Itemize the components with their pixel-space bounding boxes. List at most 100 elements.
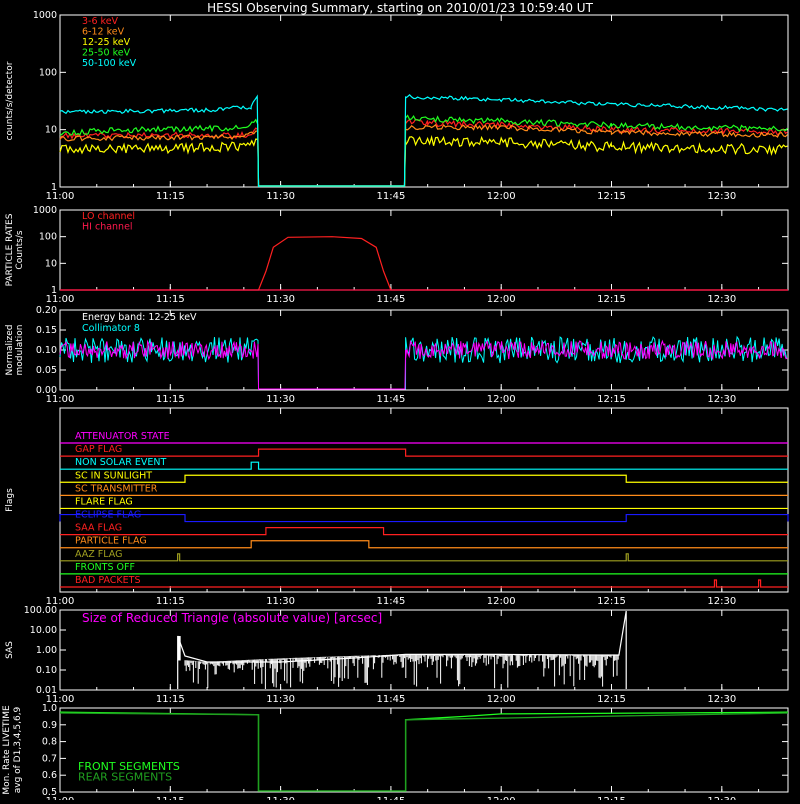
x-tick-label: 12:15 (597, 394, 626, 405)
y-tick-label: 0.8 (42, 737, 57, 748)
y-tick-label: 0.9 (42, 720, 57, 731)
flag-series-line (60, 527, 788, 536)
x-tick-label: 11:45 (376, 796, 405, 800)
figure-title: HESSI Observing Summary, starting on 201… (207, 1, 593, 15)
y-axis-label: SAS (5, 641, 15, 659)
flag-series-line (60, 461, 788, 470)
flag-label: SC TRANSMITTER (75, 483, 158, 494)
legend-entry: LO channel (82, 211, 135, 222)
flag-label: FLARE FLAG (75, 496, 133, 507)
x-tick-label: 11:45 (376, 191, 405, 202)
x-tick-label: 12:15 (597, 694, 626, 705)
particle-rate-series-line (60, 236, 788, 291)
x-tick-label: 12:30 (707, 694, 736, 705)
y-axis-label: Counts/s (15, 230, 25, 269)
x-tick-label: 11:00 (46, 191, 75, 202)
flag-label: PARTICLE FLAG (75, 536, 147, 547)
x-tick-label: 11:30 (266, 694, 295, 705)
sas-spike (177, 636, 181, 661)
x-tick-label: 11:30 (266, 596, 295, 607)
y-axis-label: Normalized (5, 324, 15, 375)
x-tick-label: 12:15 (597, 796, 626, 800)
y-axis-label: Mon. Rate LIVETIME (2, 705, 12, 795)
x-tick-label: 11:30 (266, 394, 295, 405)
flag-series-line (59, 513, 789, 523)
legend-entry: 12-25 keV (82, 37, 131, 48)
y-tick-label: 0.10 (36, 345, 57, 356)
legend-entry: 25-50 keV (82, 48, 131, 59)
x-tick-label: 11:15 (156, 796, 185, 800)
x-tick-label: 11:15 (156, 596, 185, 607)
x-tick-label: 11:15 (156, 394, 185, 405)
y-axis-label: counts/s/detector (5, 61, 15, 140)
x-tick-label: 12:00 (487, 694, 516, 705)
x-tick-label: 11:15 (156, 294, 185, 305)
y-tick-label: 1 (51, 285, 57, 296)
sas-noise-line (184, 654, 619, 689)
flag-label: SAA FLAG (75, 523, 122, 534)
y-tick-label: 0.01 (36, 685, 57, 696)
y-tick-label: 100.00 (24, 605, 57, 616)
panel-frame (59, 14, 789, 188)
y-tick-label: 100 (39, 67, 57, 78)
y-tick-label: 10 (45, 258, 57, 269)
x-tick-label: 12:00 (487, 191, 516, 202)
legend-entry: 50-100 keV (82, 58, 137, 69)
y-tick-label: 0.15 (36, 325, 57, 336)
y-tick-label: 1.00 (36, 645, 57, 656)
x-tick-label: 11:00 (46, 294, 75, 305)
count-rate-series-line (59, 135, 788, 188)
flag-label: BAD PACKETS (75, 575, 141, 586)
flag-series-line (60, 448, 788, 457)
flag-label: SC IN SUNLIGHT (75, 470, 152, 481)
y-tick-label: 0.10 (36, 665, 57, 676)
flag-label: ATTENUATOR STATE (75, 431, 170, 442)
legend-entry: 6-12 keV (82, 27, 125, 38)
x-tick-label: 12:30 (707, 294, 736, 305)
observing-summary-figure: HESSI Observing Summary, starting on 201… (0, 0, 800, 804)
x-tick-label: 12:30 (707, 394, 736, 405)
x-tick-label: 11:45 (376, 294, 405, 305)
panel-annotation: Energy band: 12-25 keV (82, 312, 197, 323)
flag-label: GAP FLAG (75, 444, 122, 455)
y-tick-label: 1000 (33, 205, 57, 216)
y-tick-label: 0.6 (42, 770, 57, 781)
modulation-series-line (59, 339, 788, 391)
x-tick-label: 11:15 (156, 694, 185, 705)
x-tick-label: 11:45 (376, 394, 405, 405)
y-axis-label: avg of D1,3,4,5,6,9 (13, 706, 23, 793)
y-tick-label: 1000 (33, 10, 57, 21)
y-tick-label: 0.05 (36, 365, 57, 376)
x-tick-label: 12:00 (487, 796, 516, 800)
x-tick-label: 11:30 (266, 796, 295, 800)
flag-label: AAZ FLAG (75, 549, 122, 560)
x-tick-label: 12:30 (707, 796, 736, 800)
y-axis-label: Flags (5, 488, 15, 512)
count-rate-series-line (59, 93, 788, 188)
x-tick-label: 12:15 (597, 191, 626, 202)
y-tick-label: 1 (51, 182, 57, 193)
legend-entry: REAR SEGMENTS (78, 771, 172, 784)
y-tick-label: 0.20 (36, 305, 57, 316)
y-tick-label: 0.5 (42, 787, 57, 798)
flag-label: NON SOLAR EVENT (75, 457, 166, 468)
panel-frame (59, 209, 789, 291)
x-tick-label: 11:45 (376, 694, 405, 705)
y-tick-label: 0.00 (36, 385, 57, 396)
x-tick-label: 11:30 (266, 294, 295, 305)
x-tick-label: 12:00 (487, 294, 516, 305)
x-tick-label: 12:15 (597, 596, 626, 607)
x-tick-label: 12:30 (707, 596, 736, 607)
y-tick-label: 100 (39, 232, 57, 243)
x-tick-label: 12:30 (707, 191, 736, 202)
flag-label: ECLIPSE FLAG (75, 510, 141, 521)
x-tick-label: 12:00 (487, 596, 516, 607)
panel-annotation: Size of Reduced Triangle (absolute value… (82, 611, 382, 625)
y-tick-label: 10.00 (30, 625, 57, 636)
x-tick-label: 11:45 (376, 596, 405, 607)
x-tick-label: 12:15 (597, 294, 626, 305)
summary-chart-svg: HESSI Observing Summary, starting on 201… (2, 1, 789, 804)
flag-series-line (60, 540, 788, 549)
count-rate-series-line (59, 118, 788, 188)
flag-label: FRONTS OFF (75, 562, 135, 573)
